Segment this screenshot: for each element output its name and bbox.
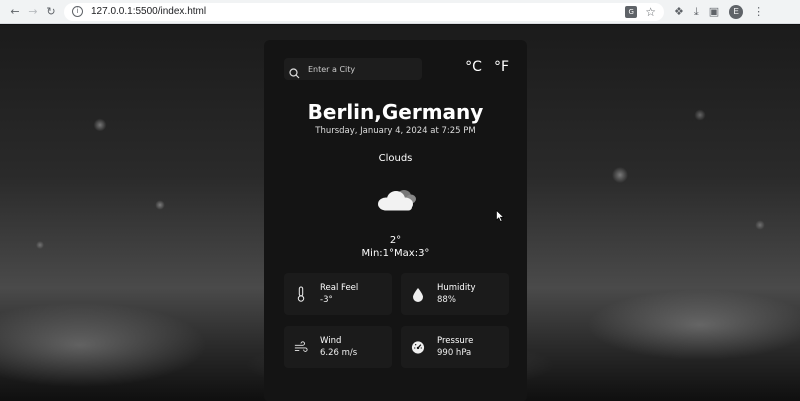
reload-icon[interactable]: ↻	[42, 3, 60, 21]
celsius-button[interactable]: °C	[465, 59, 482, 75]
wind-label: Wind	[320, 336, 342, 346]
thermometer-icon	[294, 286, 308, 302]
rain-background: °C °F Berlin,Germany Thursday, January 4…	[0, 25, 800, 401]
city-search-input[interactable]	[308, 64, 418, 74]
fahrenheit-button[interactable]: °F	[494, 59, 509, 75]
translate-icon[interactable]: G	[625, 5, 638, 18]
wind-icon	[294, 339, 308, 355]
local-datetime: Thursday, January 4, 2024 at 7:25 PM	[315, 126, 476, 136]
humidity-value: 88%	[437, 295, 456, 305]
weather-condition: Clouds	[378, 153, 413, 164]
profile-avatar[interactable]: E	[729, 4, 744, 19]
search-icon[interactable]	[289, 64, 300, 78]
back-arrow-icon[interactable]: ←	[6, 3, 24, 21]
browser-toolbar: ← → ↻ i 127.0.0.1:5500/index.html G ☆ ❖ …	[0, 0, 800, 24]
mouse-cursor-icon	[496, 210, 504, 222]
gauge-icon	[411, 339, 425, 355]
city-name: Berlin,Germany	[307, 100, 484, 124]
side-panel-icon[interactable]: ▣	[709, 5, 719, 18]
bookmark-star-icon[interactable]: ☆	[645, 5, 656, 19]
droplet-icon	[411, 286, 425, 302]
extensions-icon[interactable]: ❖	[674, 5, 684, 18]
real-feel-tile: Real Feel -3°	[284, 273, 392, 315]
pressure-value: 990 hPa	[437, 348, 472, 358]
cloud-icon	[374, 185, 419, 215]
unit-toggle: °C °F	[465, 59, 509, 75]
humidity-tile: Humidity 88%	[401, 273, 509, 315]
pressure-label: Pressure	[437, 336, 474, 346]
address-url[interactable]: 127.0.0.1:5500/index.html	[91, 6, 625, 17]
pressure-tile: Pressure 990 hPa	[401, 326, 509, 368]
real-feel-label: Real Feel	[320, 283, 359, 293]
humidity-label: Humidity	[437, 283, 476, 293]
wind-value: 6.26 m/s	[320, 348, 358, 358]
city-search-box	[284, 58, 422, 80]
site-info-icon[interactable]: i	[72, 6, 83, 17]
download-icon[interactable]: ⤓	[694, 5, 699, 19]
current-temperature: 2°	[389, 235, 402, 246]
forward-arrow-icon[interactable]: →	[24, 3, 42, 21]
weather-card: °C °F Berlin,Germany Thursday, January 4…	[264, 40, 527, 401]
menu-kebab-icon[interactable]: ⋮	[753, 5, 764, 18]
address-bar[interactable]: i 127.0.0.1:5500/index.html G ☆	[64, 2, 664, 21]
real-feel-value: -3°	[320, 295, 333, 305]
min-max-temperature: Min:1°Max:3°	[361, 248, 430, 259]
wind-tile: Wind 6.26 m/s	[284, 326, 392, 368]
